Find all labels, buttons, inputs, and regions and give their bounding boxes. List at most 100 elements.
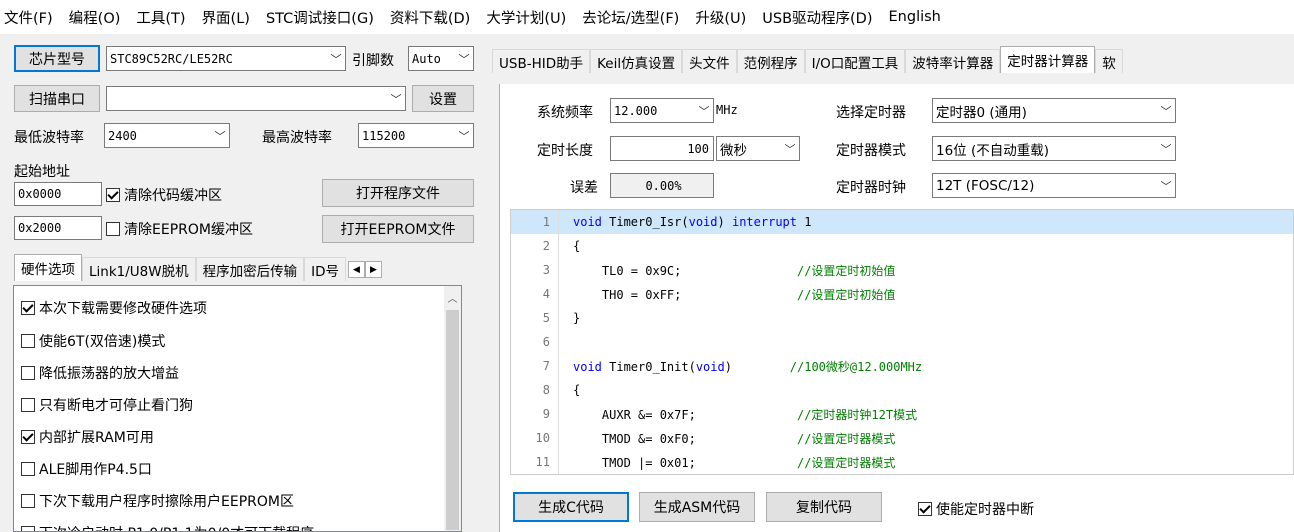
tab-encrypt[interactable]: 程序加密后传输 [195,257,305,281]
menu-upgrade[interactable]: 升级(U) [695,7,746,28]
tab-keil-settings[interactable]: Keil仿真设置 [590,49,683,73]
tab-overflow[interactable]: 软 [1095,49,1123,73]
option-erase-eeprom[interactable]: 下次下载用户程序时擦除用户EEPROM区 [21,491,294,511]
menu-usb-driver[interactable]: USB驱动程序(D) [762,7,872,28]
copy-code-button[interactable]: 复制代码 [766,492,882,522]
option-label: 下次冷启动时,P1.0/P1.1为0/0才可下载程序 [39,523,314,531]
checkbox-icon [106,188,120,202]
option-label: 内部扩展RAM可用 [39,430,154,446]
code-address-input[interactable]: 0x0000 [14,182,102,206]
pins-select[interactable]: Auto ﹀ [408,46,474,71]
code-text: TH0 = 0xFF; //设置定时初始值 [573,287,896,302]
open-program-button[interactable]: 打开程序文件 [322,179,474,207]
enable-interrupt-label: 使能定时器中断 [936,502,1034,518]
select-timer-select[interactable]: 定时器0 (通用) ﹀ [932,98,1176,123]
timer-mode-label: 定时器模式 [836,143,906,159]
chip-model-button[interactable]: 芯片型号 [14,45,100,72]
chevron-down-icon: ﹀ [458,129,470,143]
hardware-options-list: 本次下载需要修改硬件选项 使能6T(双倍速)模式 降低振荡器的放大增益 只有断电… [13,285,462,532]
checkbox-icon [21,462,35,476]
menu-tools[interactable]: 工具(T) [136,7,185,28]
port-select[interactable]: ﹀ [106,86,406,111]
tab-link1[interactable]: Link1/U8W脱机 [82,257,196,281]
option-cold-start[interactable]: 下次冷启动时,P1.0/P1.1为0/0才可下载程序 [21,523,314,531]
checkbox-icon [21,398,35,412]
length-unit-value: 微秒 [720,142,747,159]
clear-code-checkbox[interactable]: 清除代码缓冲区 [106,185,222,205]
tab-scroll: ◀ ▶ [348,261,382,278]
timer-clock-value: 12T (FOSC/12) [936,177,1035,194]
start-address-label: 起始地址 [14,164,70,180]
menu-debug-interface[interactable]: STC调试接口(G) [266,7,374,28]
freq-value: 12.000 [614,103,658,118]
option-internal-ram[interactable]: 内部扩展RAM可用 [21,427,154,447]
settings-button[interactable]: 设置 [412,85,474,112]
line-number: 8 [511,378,559,402]
length-unit-select[interactable]: 微秒 ﹀ [716,136,800,161]
checkbox-icon [106,222,120,236]
code-line: 7 void Timer0_Init(void) //100微秒@12.000MH… [511,354,1293,378]
menu-english[interactable]: English [889,9,941,25]
code-line: 2{ [511,234,1293,258]
timer-mode-select[interactable]: 16位 (不自动重载) ﹀ [932,136,1176,161]
line-number: 5 [511,306,559,330]
chip-model-select[interactable]: STC89C52RC/LE52RC ﹀ [106,46,346,71]
line-number: 10 [511,426,559,450]
menu-downloads[interactable]: 资料下载(D) [390,7,470,28]
line-number: 9 [511,402,559,426]
timer-clock-select[interactable]: 12T (FOSC/12) ﹀ [932,173,1176,198]
arrow-right-icon[interactable]: ▶ [365,261,382,278]
freq-label: 系统频率 [537,105,593,121]
arrow-left-icon[interactable]: ◀ [348,261,365,278]
tab-id[interactable]: ID号 [304,257,346,281]
code-line: 1 void Timer0_Isr(void) interrupt 1 [511,210,1293,234]
tab-baud-calculator[interactable]: 波特率计算器 [905,49,1001,73]
option-6t-mode[interactable]: 使能6T(双倍速)模式 [21,331,165,351]
menu-university[interactable]: 大学计划(U) [486,7,566,28]
select-timer-label: 选择定时器 [836,105,906,121]
tab-hardware-options[interactable]: 硬件选项 [14,254,82,281]
pins-value: Auto [412,51,441,66]
code-line: 4 TH0 = 0xFF; //设置定时初始值 [511,282,1293,306]
tab-usb-hid[interactable]: USB-HID助手 [492,49,591,73]
chevron-up-icon[interactable]: ︿ [444,286,461,308]
eeprom-address-input[interactable]: 0x2000 [14,216,102,240]
tab-timer-calculator[interactable]: 定时器计算器 [1000,46,1096,73]
code-editor[interactable]: 1 void Timer0_Isr(void) interrupt 1 2{ 3 … [510,209,1294,475]
checkbox-icon [21,494,35,508]
tab-io-config[interactable]: I/O口配置工具 [804,49,906,73]
max-baud-select[interactable]: 115200 ﹀ [358,123,474,148]
tab-examples[interactable]: 范例程序 [736,49,805,73]
freq-select[interactable]: 12.000 ﹀ [610,98,714,123]
max-baud-value: 115200 [362,128,406,143]
code-text: { [573,239,581,253]
length-input[interactable]: 100 [610,136,714,161]
open-eeprom-button[interactable]: 打开EEPROM文件 [322,215,474,243]
option-modify-hardware[interactable]: 本次下载需要修改硬件选项 [21,298,207,318]
code-text: AUXR &= 0x7F; //定时器时钟12T模式 [573,407,918,422]
clear-eeprom-checkbox[interactable]: 清除EEPROM缓冲区 [106,219,253,239]
menu-program[interactable]: 编程(O) [69,7,121,28]
select-timer-value: 定时器0 (通用) [936,104,1027,121]
option-label: 下次下载用户程序时擦除用户EEPROM区 [39,494,294,510]
generate-asm-button[interactable]: 生成ASM代码 [639,492,755,522]
enable-interrupt-checkbox[interactable]: 使能定时器中断 [918,499,1034,519]
menu-forum[interactable]: 去论坛/选型(F) [582,7,679,28]
option-reduce-gain[interactable]: 降低振荡器的放大增益 [21,363,179,383]
menu-file[interactable]: 文件(F) [4,7,53,28]
checkbox-icon [21,301,35,315]
pins-label: 引脚数 [352,53,394,69]
scrollbar-thumb[interactable] [446,310,459,530]
option-ale-p45[interactable]: ALE脚用作P4.5口 [21,459,152,479]
min-baud-select[interactable]: 2400 ﹀ [104,123,230,148]
scan-port-button[interactable]: 扫描串口 [14,85,100,112]
timer-clock-label: 定时器时钟 [836,180,906,196]
generate-c-button[interactable]: 生成C代码 [513,492,629,522]
code-line: 11 TMOD |= 0x01; //设置定时器模式 [511,450,1293,474]
option-watchdog[interactable]: 只有断电才可停止看门狗 [21,395,193,415]
options-scrollbar[interactable]: ︿ [444,286,461,531]
menu-bar: 文件(F) 编程(O) 工具(T) 界面(L) STC调试接口(G) 资料下载(… [0,0,1294,34]
chevron-down-icon: ﹀ [698,104,710,118]
tab-header-files[interactable]: 头文件 [682,49,737,73]
menu-interface[interactable]: 界面(L) [202,7,250,28]
